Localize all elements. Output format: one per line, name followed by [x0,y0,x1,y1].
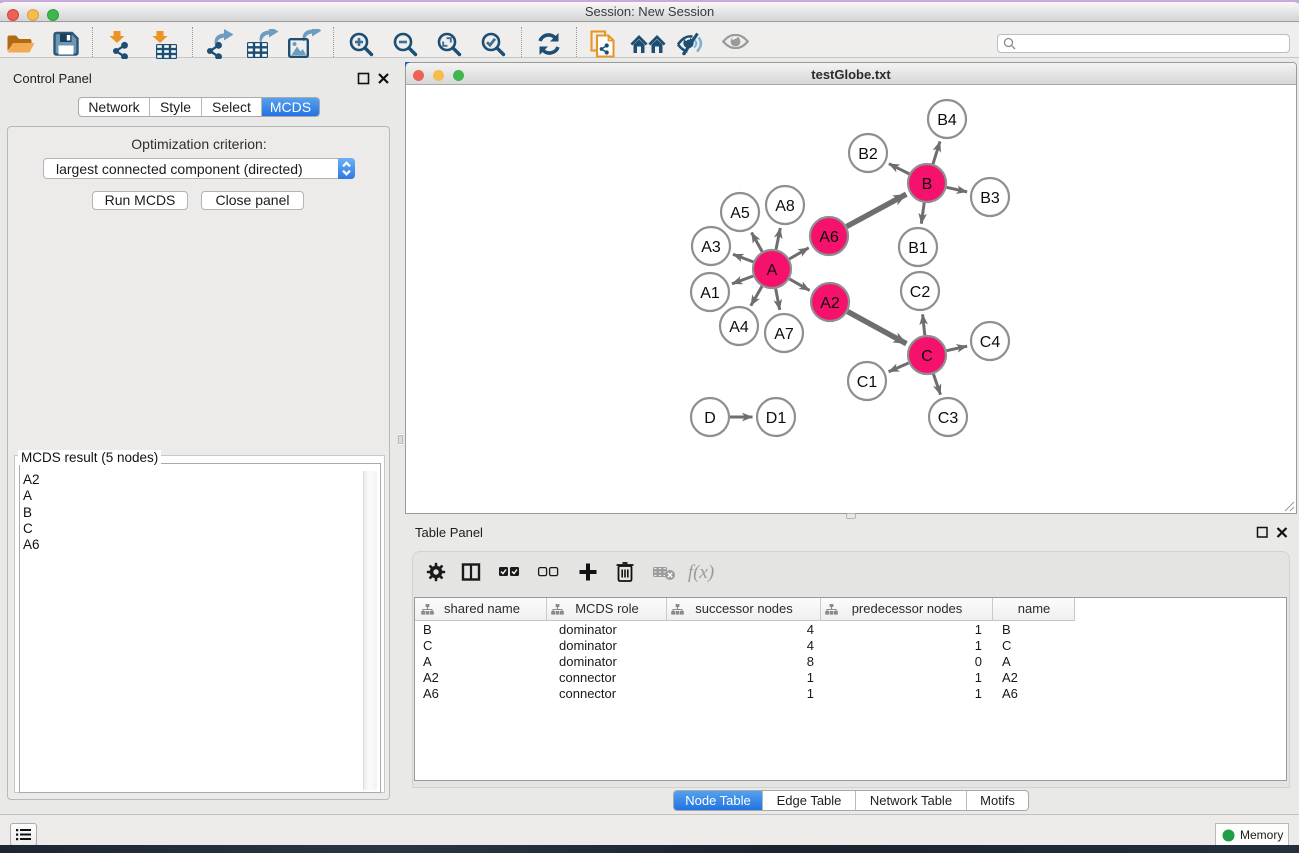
svg-text:B1: B1 [908,240,928,257]
svg-text:A6: A6 [819,229,839,246]
svg-text:A: A [767,262,778,279]
svg-text:A2: A2 [820,295,840,312]
svg-text:C3: C3 [938,410,959,427]
svg-text:C1: C1 [857,374,878,391]
svg-text:A8: A8 [775,198,795,215]
svg-text:B2: B2 [858,146,878,163]
svg-text:C2: C2 [910,284,931,301]
svg-text:C: C [921,348,933,365]
svg-text:D: D [704,410,716,427]
svg-text:B3: B3 [980,190,1000,207]
svg-text:C4: C4 [980,334,1001,351]
svg-text:A4: A4 [729,319,749,336]
svg-text:A1: A1 [700,285,720,302]
svg-text:A7: A7 [774,326,794,343]
svg-text:B4: B4 [937,112,957,129]
svg-text:A3: A3 [701,239,721,256]
svg-text:B: B [922,176,933,193]
svg-text:A5: A5 [730,205,750,222]
svg-text:D1: D1 [766,410,787,427]
svg-text:f(x): f(x) [688,562,714,583]
